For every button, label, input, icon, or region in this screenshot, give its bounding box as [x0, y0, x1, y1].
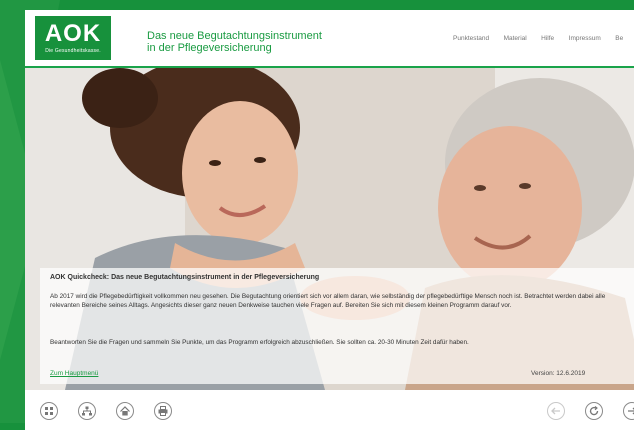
home-button[interactable] — [116, 402, 134, 420]
aok-logo[interactable]: AOK Die Gesundheitskasse. — [35, 16, 111, 60]
intro-paragraph-1: Ab 2017 wird die Pflegebedürftigkeit vol… — [50, 293, 606, 309]
intro-text-panel: AOK Quickcheck: Das neue Begutachtungsin… — [40, 268, 634, 384]
forward-arrow-icon — [628, 407, 634, 415]
print-icon — [158, 406, 168, 416]
logo-subtitle: Die Gesundheitskasse. — [45, 48, 101, 54]
app-title: Das neue Begutachtungsinstrument in der … — [147, 30, 367, 54]
sitemap-button[interactable] — [78, 402, 96, 420]
reload-button[interactable] — [585, 402, 603, 420]
nav-impressum[interactable]: Impressum — [569, 35, 601, 42]
app-window: AOK Die Gesundheitskasse. Das neue Begut… — [25, 10, 634, 430]
version-label: Version: 12.6.2019 — [531, 370, 586, 377]
top-navigation: Punktestand Material Hilfe Impressum Be — [453, 27, 633, 45]
grid-menu-button[interactable] — [40, 402, 58, 420]
intro-title: AOK Quickcheck: Das neue Begutachtungsin… — [50, 274, 320, 281]
forward-button[interactable] — [623, 402, 634, 420]
home-icon — [120, 406, 130, 416]
nav-item-truncated[interactable]: Be — [615, 35, 623, 42]
main-menu-link[interactable]: Zum Hauptmenü — [50, 370, 98, 377]
bottom-toolbar — [25, 390, 634, 430]
sitemap-icon — [82, 406, 92, 416]
app-title-line1: Das neue Begutachtungsinstrument — [147, 30, 322, 42]
back-arrow-icon — [551, 407, 560, 415]
app-title-line2: in der Pflegeversicherung — [147, 42, 272, 54]
nav-hilfe[interactable]: Hilfe — [541, 35, 554, 42]
grid-icon — [45, 407, 53, 415]
app-header: AOK Die Gesundheitskasse. Das neue Begut… — [25, 10, 634, 68]
logo-mark: AOK — [44, 20, 102, 47]
intro-paragraph-2: Beantworten Sie die Fragen und sammeln S… — [50, 339, 469, 346]
print-button[interactable] — [154, 402, 172, 420]
reload-icon — [589, 406, 599, 416]
nav-material[interactable]: Material — [504, 35, 527, 42]
nav-punktestand[interactable]: Punktestand — [453, 35, 489, 42]
hero-image: AOK Quickcheck: Das neue Begutachtungsin… — [25, 68, 634, 390]
back-button[interactable] — [547, 402, 565, 420]
